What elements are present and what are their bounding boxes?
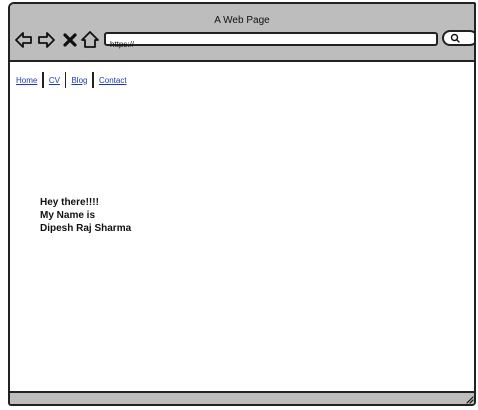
intro-name: Dipesh Raj Sharma	[40, 223, 132, 234]
home-icon	[81, 31, 99, 48]
arrow-right-icon	[38, 32, 55, 48]
browser-window: A Web Page https:// Home CV Blog Contact…	[8, 2, 476, 406]
nav-link-blog[interactable]: Blog	[71, 76, 87, 85]
address-bar[interactable]	[104, 32, 438, 50]
page-content: Home CV Blog Contact Hey there!!!! My Na…	[10, 62, 474, 395]
nav-separator	[42, 72, 44, 88]
stop-button[interactable]	[60, 30, 80, 50]
url-input[interactable]	[106, 39, 436, 50]
arrow-left-icon	[15, 32, 32, 48]
site-nav: Home CV Blog Contact	[16, 72, 127, 88]
search-icon	[450, 33, 460, 43]
intro-name-label: My Name is	[40, 210, 96, 221]
nav-separator	[64, 72, 67, 88]
close-icon	[63, 33, 77, 47]
forward-button[interactable]	[36, 30, 56, 50]
nav-link-home[interactable]: Home	[16, 76, 37, 85]
browser-toolbar: A Web Page	[10, 4, 474, 62]
resize-grip-icon[interactable]	[464, 394, 474, 404]
search-button[interactable]	[442, 30, 474, 46]
home-button[interactable]	[80, 30, 100, 50]
nav-link-cv[interactable]: CV	[49, 76, 60, 85]
intro-greeting: Hey there!!!!	[40, 197, 99, 208]
intro-text: Hey there!!!! My Name is Dipesh Raj Shar…	[40, 196, 131, 235]
nav-separator	[92, 72, 94, 88]
status-bar	[10, 391, 474, 404]
back-button[interactable]	[14, 30, 34, 50]
window-title: A Web Page	[214, 15, 270, 26]
nav-link-contact[interactable]: Contact	[99, 76, 127, 85]
